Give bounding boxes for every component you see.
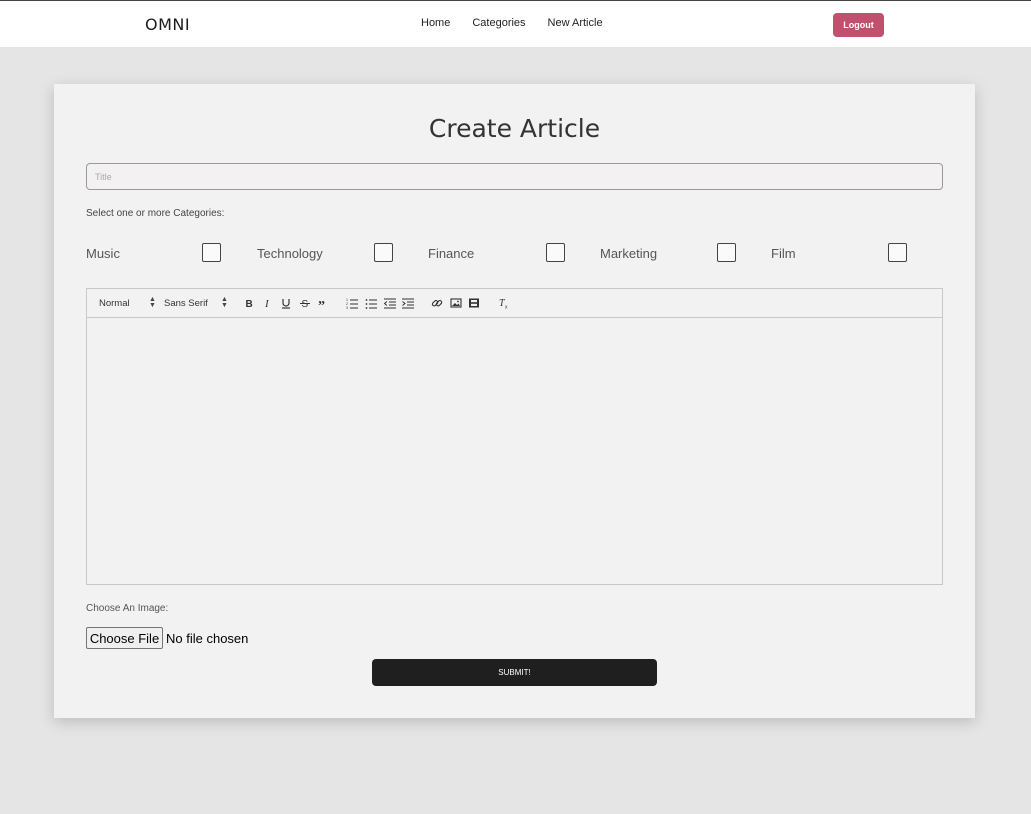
nav-home-link[interactable]: Home — [421, 17, 450, 29]
svg-text:B: B — [246, 299, 253, 309]
svg-text:x: x — [505, 305, 508, 310]
category-label: Marketing — [600, 246, 658, 261]
ordered-list-icon[interactable]: 123 — [346, 297, 358, 309]
file-status-text: No file chosen — [166, 631, 249, 646]
font-family-select[interactable]: Sans Serif ▲ ▼ — [164, 296, 228, 309]
categories-label: Select one or more Categories: — [86, 208, 225, 219]
editor-toolbar: Normal ▲▼ Sans Serif ▲▼ B I S ” — [87, 289, 942, 318]
category-film-checkbox[interactable] — [888, 243, 907, 262]
italic-icon[interactable]: I — [262, 297, 274, 309]
category-checkbox-row: Music Technology Finance Marketing Film — [86, 243, 946, 263]
indent-icon[interactable] — [402, 297, 414, 309]
category-finance-checkbox[interactable] — [546, 243, 565, 262]
outdent-icon[interactable] — [384, 297, 396, 309]
category-label: Finance — [428, 246, 475, 261]
video-icon[interactable] — [468, 297, 480, 309]
category-label: Music — [86, 246, 120, 261]
title-input[interactable] — [86, 163, 943, 190]
image-icon[interactable] — [450, 297, 462, 309]
clear-format-icon[interactable]: Tx — [498, 297, 510, 309]
category-label: Technology — [257, 246, 323, 261]
svg-text:”: ” — [318, 299, 325, 309]
category-marketing-checkbox[interactable] — [717, 243, 736, 262]
chevron-updown-icon: ▲ ▼ — [149, 296, 156, 309]
svg-text:I: I — [264, 298, 270, 309]
nav-categories-link[interactable]: Categories — [472, 17, 525, 29]
bullet-list-icon[interactable] — [365, 297, 377, 309]
nav-new-article-link[interactable]: New Article — [548, 17, 603, 29]
bold-icon[interactable]: B — [243, 297, 255, 309]
rich-text-editor: Normal ▲▼ Sans Serif ▲▼ B I S ” — [86, 288, 943, 585]
font-family-value: Sans Serif — [164, 298, 208, 309]
svg-text:3: 3 — [346, 306, 348, 309]
submit-button[interactable]: SUBMIT! — [372, 659, 657, 686]
link-icon[interactable] — [431, 297, 443, 309]
nav-links: Home Categories New Article — [421, 17, 625, 29]
underline-icon[interactable] — [280, 297, 292, 309]
category-music-checkbox[interactable] — [202, 243, 221, 262]
choose-file-button[interactable]: Choose File — [86, 627, 163, 649]
create-article-card: Create Article Select one or more Catego… — [54, 84, 975, 718]
category-label: Film — [771, 246, 796, 261]
strike-icon[interactable]: S — [299, 297, 311, 309]
page-title: Create Article — [428, 114, 601, 143]
header-format-value: Normal — [99, 298, 130, 309]
chevron-updown-icon: ▲ ▼ — [221, 296, 228, 309]
blockquote-icon[interactable]: ” — [318, 297, 330, 309]
brand-logo[interactable]: OMNI — [145, 15, 190, 34]
image-upload-label: Choose An Image: — [86, 603, 169, 614]
top-navbar: OMNI Home Categories New Article Logout — [0, 1, 1031, 47]
editor-content-area[interactable] — [87, 318, 942, 584]
category-technology-checkbox[interactable] — [374, 243, 393, 262]
header-format-select[interactable]: Normal ▲ ▼ — [99, 296, 157, 309]
logout-button[interactable]: Logout — [833, 13, 884, 37]
